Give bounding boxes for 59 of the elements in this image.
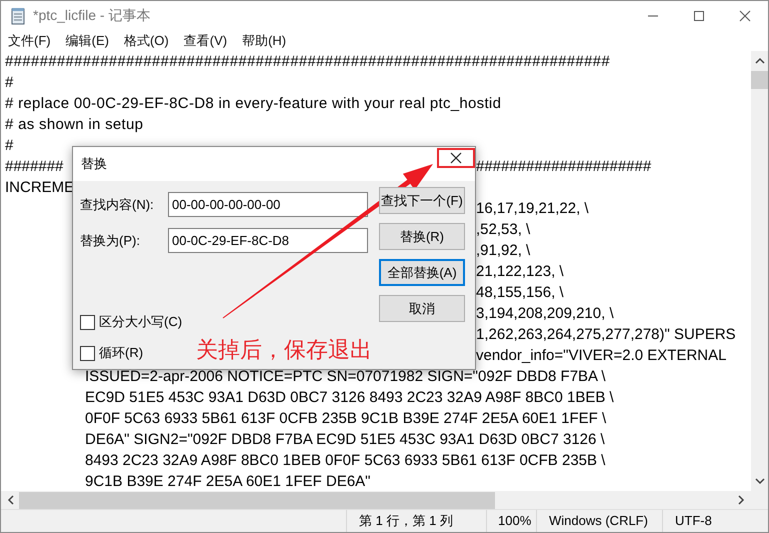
text-line: INCREME bbox=[5, 178, 74, 198]
dialog-button[interactable]: 全部替换(A) bbox=[379, 259, 465, 286]
text-line: ###################################################################### bbox=[5, 53, 610, 70]
text-line: # replace 00-0C-29-EF-8C-D8 in every-feature with your real ptc_hostid bbox=[5, 95, 502, 112]
checkbox[interactable] bbox=[80, 346, 95, 360]
menu-item[interactable]: 查看(V) bbox=[184, 32, 228, 50]
text-line: vendor_info="VIVER=2.0 EXTERNAL bbox=[476, 346, 726, 366]
close-button[interactable] bbox=[437, 148, 475, 168]
text-line: DE6A" SIGN2="092F DBD8 F7BA EC9D 51E5 453C 93A1 D63D 0BC7 3126 \ bbox=[85, 431, 605, 448]
close-icon bbox=[450, 152, 462, 164]
text-line: ,52,53, \ bbox=[476, 220, 530, 240]
scroll-thumb[interactable] bbox=[19, 492, 495, 508]
window-title: *ptc_licfile - 记事本 bbox=[33, 7, 150, 25]
menu-item[interactable]: 格式(O) bbox=[124, 32, 169, 50]
scroll-up-icon[interactable] bbox=[754, 57, 764, 65]
text-line: ####### bbox=[5, 157, 64, 177]
checkbox-label: 循环(R) bbox=[99, 344, 144, 362]
text-line: 3,194,208,209,210, \ bbox=[476, 304, 614, 324]
text-line: 1,262,263,264,275,277,278)" SUPERS bbox=[476, 325, 736, 345]
text-line: 8493 2C23 32A9 A98F 8BC0 1BEB 0F0F 5C63 6933 5B61 613F 0CFB 235B \ bbox=[85, 452, 606, 469]
status-text: Windows (CRLF) bbox=[536, 510, 662, 532]
text-line: 9C1B B39E 274F 2E5A 60E1 1FEF DE6A" bbox=[85, 473, 370, 490]
scroll-left-icon[interactable] bbox=[7, 495, 15, 505]
status-text: 100% bbox=[486, 510, 536, 532]
dialog-button[interactable]: 替换(R) bbox=[379, 223, 465, 250]
text-line: # bbox=[5, 74, 14, 91]
dialog-button[interactable]: 查找下一个(F) bbox=[379, 187, 465, 214]
field-label: 查找内容(N): bbox=[80, 196, 155, 214]
scroll-down-icon[interactable] bbox=[754, 477, 764, 485]
text-line: 21,122,123, \ bbox=[476, 262, 564, 282]
text-line: 48,155,156, \ bbox=[476, 283, 564, 303]
menu-item[interactable]: 文件(F) bbox=[8, 32, 51, 50]
maximize-icon[interactable] bbox=[693, 10, 705, 22]
vertical-scrollbar[interactable] bbox=[751, 51, 768, 491]
text-line: 0F0F 5C63 6933 5B61 613F 0CFB 235B 9C1B B39E 274F 2E5A 60E1 1FEF \ bbox=[85, 410, 606, 427]
input-field[interactable]: 00-0C-29-EF-8C-D8 bbox=[168, 228, 368, 253]
input-field[interactable]: 00-00-00-00-00-00 bbox=[168, 192, 368, 217]
dialog-title: 替换 bbox=[81, 155, 107, 173]
menu-item[interactable]: 帮助(H) bbox=[242, 32, 286, 50]
horizontal-scrollbar[interactable] bbox=[1, 491, 751, 509]
scroll-right-icon[interactable] bbox=[737, 495, 745, 505]
text-line: 16,17,19,21,22, \ bbox=[476, 199, 589, 219]
status-text: UTF-8 bbox=[662, 510, 768, 532]
text-line: # as shown in setup bbox=[5, 116, 144, 133]
annotation-text: 关掉后，保存退出 bbox=[196, 336, 372, 364]
text-line: ##################### bbox=[476, 157, 652, 177]
text-line: EC9D 51E5 453C 93A1 D63D 0BC7 3126 8493 2C23 32A9 A98F 8BC0 1BEB \ bbox=[85, 389, 614, 406]
checkbox-label: 区分大小写(C) bbox=[99, 313, 182, 331]
field-label: 替换为(P): bbox=[80, 232, 141, 250]
dialog-button[interactable]: 取消 bbox=[379, 295, 465, 322]
checkbox[interactable] bbox=[80, 314, 95, 330]
text-line: ,91,92, \ bbox=[476, 241, 530, 261]
status-text: 第 1 行，第 1 列 bbox=[346, 510, 486, 532]
menu-item[interactable]: 编辑(E) bbox=[66, 32, 109, 50]
text-line: # bbox=[5, 137, 14, 154]
notepad-icon bbox=[10, 7, 26, 25]
scroll-thumb[interactable] bbox=[751, 71, 768, 89]
text-line: ISSUED=2-apr-2006 NOTICE=PTC SN=07071982 SIGN="092F DBD8 F7BA \ bbox=[85, 368, 606, 385]
close-icon[interactable] bbox=[739, 10, 751, 22]
